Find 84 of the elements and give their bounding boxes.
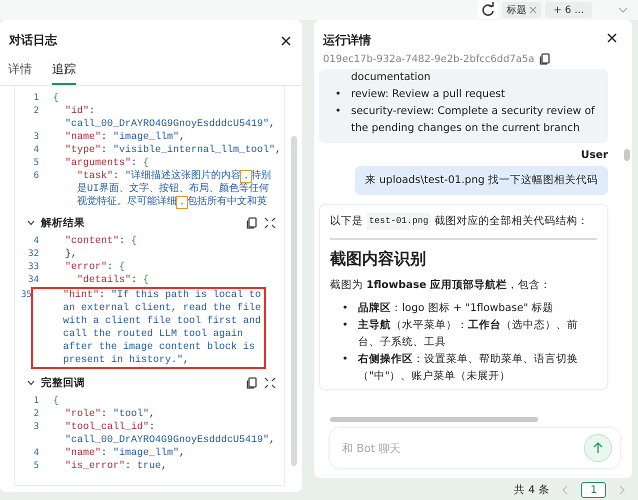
code-line: 视觉特征。尽可能详细，包括所有中文和英: [76, 196, 268, 209]
section-title[interactable]: 完整回调: [41, 376, 85, 390]
refresh-icon[interactable]: [478, 1, 498, 19]
line-number: 2: [32, 105, 40, 118]
scrollbar[interactable]: [291, 136, 297, 466]
code-line: {: [53, 92, 60, 105]
total-count: 共 4 条: [514, 483, 550, 497]
list-item: 品牌区：logo 图标 + "1flowbase" 标题: [358, 301, 555, 316]
user-message: 来 uploads\test-01.png 找一下这幅图相关代码: [354, 166, 608, 195]
code-line: "details": {: [76, 274, 150, 287]
chevron-down-icon[interactable]: [27, 380, 35, 386]
chevron-down-icon[interactable]: [27, 220, 35, 226]
bullet: •: [335, 87, 342, 102]
list-item: security-review: Complete a security review of the pending changes on the current branch: [351, 104, 596, 136]
tab[interactable]: 追踪: [52, 55, 76, 85]
bullet: •: [335, 104, 342, 119]
code-line: an external client, read the file: [62, 302, 262, 315]
send-button[interactable]: [584, 434, 612, 462]
line-number: 2: [32, 408, 40, 421]
code-line: },: [64, 248, 78, 261]
code-line: "name": "image_llm",: [64, 447, 186, 460]
code-line: "id":: [64, 105, 96, 118]
copy-icon[interactable]: [246, 377, 258, 389]
list-item: 主导航（水平菜单）：工作台（选中态）、前台、子系统、工具: [358, 318, 579, 350]
code-line: after the image content block is: [62, 341, 256, 354]
bullet: •: [342, 352, 350, 367]
tag-chip[interactable]: 标题: [502, 2, 542, 18]
copy-icon[interactable]: [246, 217, 258, 229]
code-line: "content": {: [64, 235, 138, 248]
code-line: with a client file tool first and: [62, 315, 262, 328]
message-heading: 截图内容识别: [330, 250, 427, 267]
line-number: 34: [27, 274, 40, 287]
panel-title: 对话日志: [9, 32, 57, 49]
code-line: "arguments": {: [64, 157, 150, 170]
section-title[interactable]: 解析结果: [41, 216, 85, 230]
expand-icon[interactable]: [264, 377, 276, 389]
line-number: 1: [32, 395, 40, 408]
message-text: 截图对应的全部相关代码结构：: [434, 214, 588, 229]
code-line: present in history.",: [62, 354, 190, 367]
tab[interactable]: 详情: [8, 55, 32, 85]
tag-label: 标题: [506, 4, 526, 17]
line-number: 4: [32, 447, 40, 460]
list-item: review: Review a pull request: [351, 87, 506, 102]
line-number: 3: [32, 131, 40, 144]
bullet: •: [342, 301, 350, 316]
message-text: 以下是: [330, 214, 363, 229]
line-number: 3: [32, 421, 40, 434]
code-line: "is_error": true,: [64, 460, 168, 473]
code-line: "role": "tool",: [64, 408, 156, 421]
line-number: 5: [32, 460, 40, 473]
line-number: 6: [32, 170, 40, 183]
expand-icon[interactable]: [264, 217, 276, 229]
line-number: 32: [27, 248, 40, 261]
panel-title: 运行详情: [323, 32, 372, 49]
close-icon[interactable]: [606, 32, 618, 44]
arrow-up-icon[interactable]: [593, 442, 603, 454]
list-item: documentation: [350, 70, 432, 85]
bullet: •: [342, 318, 350, 333]
code-line: "name": "image_llm",: [64, 131, 186, 144]
code-line: "tool_call_id":: [64, 421, 156, 434]
chat-input[interactable]: 和 Bot 聊天: [340, 440, 584, 456]
message-text: 截图为 1flowbase 应用顶部导航栏，包含：: [330, 278, 552, 293]
line-number: 5: [32, 157, 40, 170]
close-icon[interactable]: [280, 34, 292, 46]
line-number: 4: [32, 144, 40, 157]
code-line: "call_00_DrAYRO4G9GnoyEsdddcU5419",: [64, 434, 276, 447]
scrollbar[interactable]: [624, 149, 630, 161]
scrollbar[interactable]: [330, 417, 538, 422]
line-number: 4: [32, 235, 40, 248]
code-line: "error": {: [64, 261, 126, 274]
copy-icon[interactable]: [539, 53, 552, 65]
page-button[interactable]: 1: [581, 482, 606, 498]
code-line: "call_00_DrAYRO4G9GnoyEsdddcU5419",: [64, 118, 276, 131]
code-line: "type": "visible_internal_llm_tool",: [64, 144, 282, 157]
more-tags-button[interactable]: + 6 ...: [545, 2, 592, 18]
code-line: 是UI界面、文字、按钮、布局、颜色等任何: [76, 183, 270, 196]
list-item: 右侧操作区：设置菜单、帮助菜单、语言切换（"中"）、账户菜单（未展开）: [358, 352, 579, 384]
code-line: {: [53, 395, 60, 408]
run-id: 019ec17b-932a-7482-9e2b-2bfcc6dd7a5a: [323, 54, 534, 64]
line-number: 1: [32, 92, 40, 105]
inline-code: test-01.png: [367, 213, 430, 230]
author-name: User: [580, 149, 608, 161]
code-line: call the routed LLM tool again: [62, 328, 244, 341]
line-number: 33: [27, 261, 40, 274]
